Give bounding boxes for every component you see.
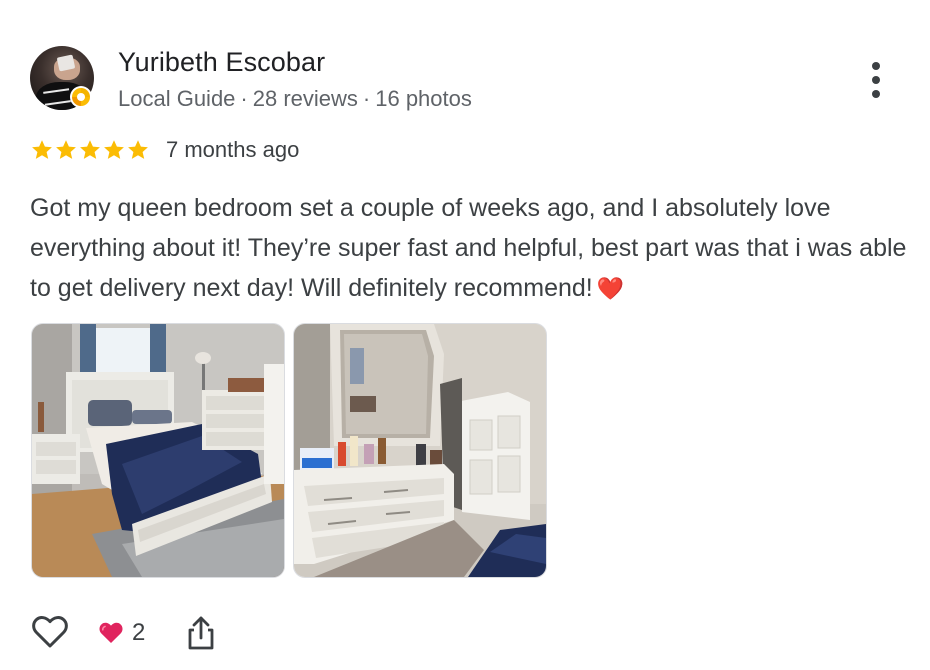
reaction-count: 2 — [132, 619, 146, 646]
heart-icon — [99, 622, 123, 643]
like-button[interactable] — [30, 612, 70, 652]
avatar[interactable] — [30, 46, 94, 110]
review-body: Got my queen bedroom set a couple of wee… — [30, 194, 907, 302]
more-vert-icon-dot — [872, 76, 880, 84]
local-guide-label: Local Guide — [118, 86, 236, 111]
reviewer-name[interactable]: Yuribeth Escobar — [118, 47, 325, 78]
more-vert-icon-dot — [872, 90, 880, 98]
review-count: 28 reviews — [252, 86, 358, 111]
bed-photo-image — [32, 324, 284, 577]
share-icon — [188, 616, 214, 650]
star-icon — [128, 140, 148, 159]
star-rating — [30, 138, 150, 162]
review-date: 7 months ago — [166, 137, 300, 162]
dresser-photo-image — [294, 324, 546, 577]
review-actions: 2 — [30, 612, 330, 656]
meta-separator: · — [362, 86, 371, 111]
reaction-summary[interactable]: 2 — [98, 616, 145, 650]
heart-emoji: ❤️ — [596, 277, 625, 302]
local-guide-badge-icon — [70, 86, 92, 108]
star-icon — [56, 140, 76, 159]
review-text: Got my queen bedroom set a couple of wee… — [30, 188, 910, 310]
star-icon — [32, 140, 52, 159]
reviewer-meta: Local Guide · 28 reviews · 16 photos — [118, 86, 472, 112]
meta-separator: · — [240, 86, 248, 111]
more-vert-icon — [872, 62, 880, 70]
rating-row: 7 months ago — [30, 136, 299, 164]
star-icon — [104, 140, 124, 159]
heart-outline-icon — [32, 616, 68, 648]
share-button[interactable] — [184, 614, 218, 652]
review-photo-dresser[interactable] — [293, 323, 547, 578]
photo-count: 16 photos — [375, 86, 472, 111]
more-options-button[interactable] — [860, 60, 892, 100]
review-photo-bed[interactable] — [31, 323, 285, 578]
review-card: Yuribeth Escobar Local Guide · 28 reviews ·… — [0, 0, 930, 670]
star-icon — [80, 140, 100, 159]
